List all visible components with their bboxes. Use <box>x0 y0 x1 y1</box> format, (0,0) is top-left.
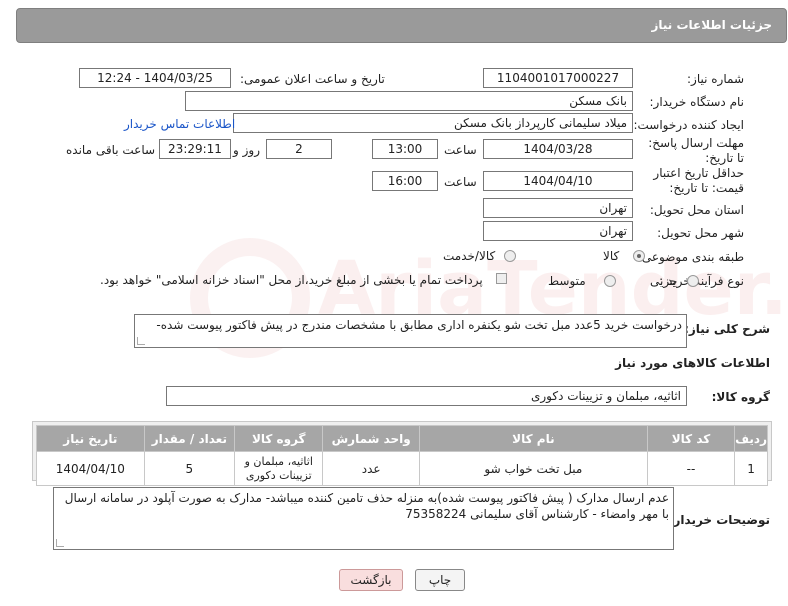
city-label: شهر محل تحویل: <box>657 226 744 240</box>
announce-field[interactable]: 1404/03/25 - 12:24 <box>79 68 231 88</box>
purchase-radio-minor[interactable] <box>687 275 699 287</box>
cell-quantity: 5 <box>143 451 236 486</box>
price-validity-label: حداقل تاریخ اعتبار قیمت: تا تاریخ: <box>653 166 744 195</box>
buyer-org-field[interactable]: بانک مسکن <box>185 91 633 111</box>
buyer-org-label: نام دستگاه خریدار: <box>649 95 745 109</box>
print-button[interactable]: چاپ <box>415 569 465 591</box>
price-validity-time-label: ساعت <box>444 175 477 189</box>
buyer-notes-textarea[interactable]: عدم ارسال مدارک ( پیش فاکتور پیوست شده)ب… <box>53 487 674 550</box>
buyer-notes-label: توضیحات خریدار: <box>668 513 770 527</box>
cell-item-group: اثاثیه، مبلمان و تزیینات دکوری <box>234 451 324 486</box>
category-radio-goods-service[interactable] <box>504 250 516 262</box>
back-button[interactable]: بازگشت <box>339 569 403 591</box>
category-label: طبقه بندی موضوعی: <box>637 250 744 264</box>
description-text: درخواست خرید 5عدد مبل تخت شو یکنفره ادار… <box>156 318 682 332</box>
buyer-contact-link[interactable]: اطلاعات تماس خریدار <box>124 117 235 131</box>
category-option-goods-service: کالا/خدمت <box>443 249 496 263</box>
cell-item-name: مبل تخت خواب شو <box>418 451 648 486</box>
goods-group-label: گروه کالا: <box>711 390 770 404</box>
days-label: روز و <box>233 143 260 157</box>
goods-table: ردیف کد کالا نام کالا واحد شمارش گروه کا… <box>36 425 768 486</box>
creator-field[interactable]: میلاد سلیمانی کارپرداز بانک مسکن <box>233 113 633 133</box>
reply-date-field[interactable]: 1404/03/28 <box>483 139 633 159</box>
category-option-goods: کالا <box>603 249 620 263</box>
col-quantity: تعداد / مقدار <box>143 425 236 452</box>
need-number-label: شماره نیاز: <box>687 72 744 86</box>
col-item-name: نام کالا <box>418 425 648 452</box>
col-need-date: تاریخ نیاز <box>36 425 145 452</box>
col-unit: واحد شمارش <box>322 425 420 452</box>
page-header: جزئیات اطلاعات نیاز <box>16 8 787 43</box>
province-label: استان محل تحویل: <box>649 203 744 217</box>
resize-grip-icon[interactable] <box>56 539 64 547</box>
category-radio-goods[interactable] <box>633 250 645 262</box>
purchase-option-medium: متوسط <box>548 274 586 288</box>
goods-group-field[interactable]: اثاثیه، مبلمان و تزیینات دکوری <box>166 386 687 406</box>
table-row: 1 -- مبل تخت خواب شو عدد اثاثیه، مبلمان … <box>36 451 768 486</box>
remaining-time-field[interactable]: 23:29:11 <box>159 139 231 159</box>
cell-need-date: 1404/04/10 <box>36 451 145 486</box>
price-validity-time-field[interactable]: 16:00 <box>372 171 438 191</box>
col-item-code: کد کالا <box>646 425 736 452</box>
need-number-field[interactable]: 1104001017000227 <box>483 68 633 88</box>
purchase-option-minor: جزیی <box>650 274 678 288</box>
goods-table-header: ردیف کد کالا نام کالا واحد شمارش گروه کا… <box>36 425 768 452</box>
creator-label: ایجاد کننده درخواست: <box>633 118 744 132</box>
cell-row-number: 1 <box>734 451 768 486</box>
buyer-notes-text: عدم ارسال مدارک ( پیش فاکتور پیوست شده)ب… <box>64 491 669 521</box>
cell-unit: عدد <box>322 451 420 486</box>
description-textarea[interactable]: درخواست خرید 5عدد مبل تخت شو یکنفره ادار… <box>134 314 687 348</box>
col-item-group: گروه کالا <box>234 425 324 452</box>
reply-time-field[interactable]: 13:00 <box>372 139 438 159</box>
announce-label: تاریخ و ساعت اعلان عمومی: <box>240 72 385 86</box>
city-field[interactable]: تهران <box>483 221 633 241</box>
remaining-time-label: ساعت باقی مانده <box>66 143 156 157</box>
resize-grip-icon[interactable] <box>137 337 145 345</box>
purchase-radio-medium[interactable] <box>604 275 616 287</box>
col-row-number: ردیف <box>734 425 768 452</box>
goods-section-title: اطلاعات کالاهای مورد نیاز <box>615 356 770 370</box>
price-validity-date-field[interactable]: 1404/04/10 <box>483 171 633 191</box>
description-label: شرح کلی نیاز: <box>684 322 770 336</box>
province-field[interactable]: تهران <box>483 198 633 218</box>
treasury-payment-note: پرداخت تمام یا بخشی از مبلغ خرید،از محل … <box>100 273 483 287</box>
page-title: جزئیات اطلاعات نیاز <box>651 18 772 32</box>
reply-time-label: ساعت <box>444 143 477 157</box>
reply-deadline-label: مهلت ارسال پاسخ: تا تاریخ: <box>648 136 744 165</box>
cell-item-code: -- <box>646 451 736 486</box>
days-field[interactable]: 2 <box>266 139 332 159</box>
treasury-payment-checkbox[interactable] <box>496 273 507 284</box>
